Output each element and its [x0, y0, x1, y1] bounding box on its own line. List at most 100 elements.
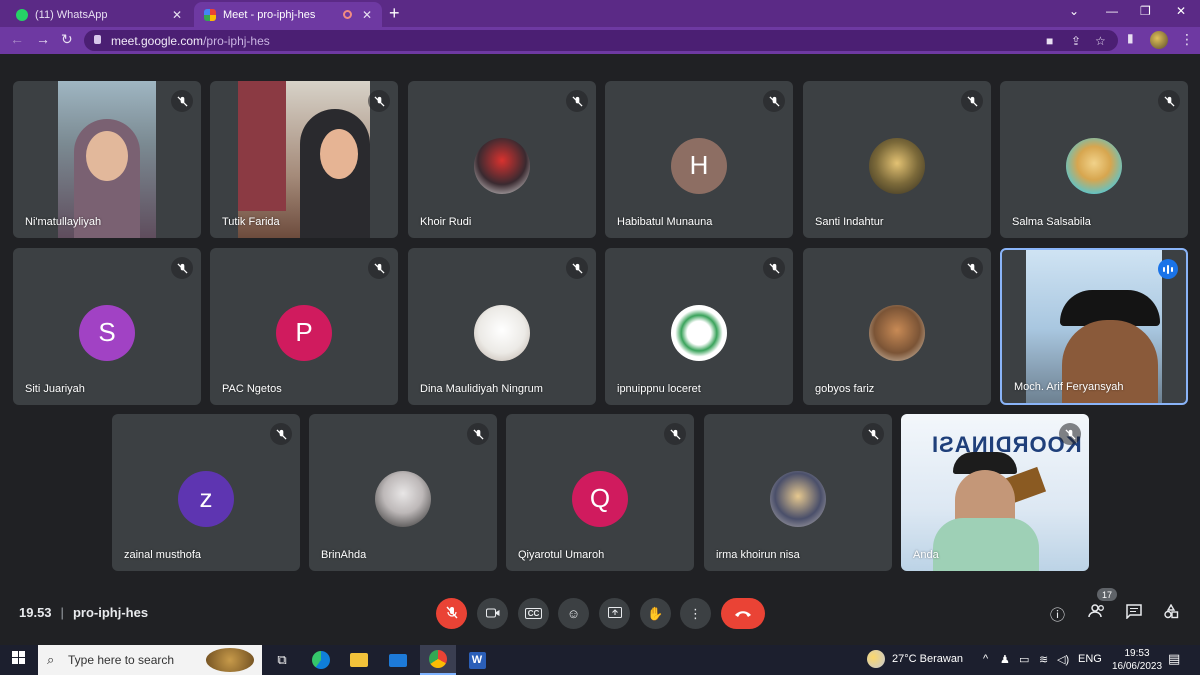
divider: |: [60, 605, 64, 620]
reload-button[interactable]: ↻: [61, 31, 73, 48]
search-highlight-turtle-icon: [206, 648, 254, 672]
close-icon[interactable]: ✕: [362, 8, 372, 22]
participant-tile[interactable]: S Siti Juariyah: [13, 248, 201, 405]
people-button[interactable]: [1088, 604, 1106, 622]
participant-avatar: [1066, 137, 1122, 194]
people-tray-icon[interactable]: ♟: [1000, 653, 1010, 666]
back-button[interactable]: ←: [10, 31, 24, 47]
participant-name: ipnuippnu loceret: [617, 383, 701, 395]
taskbar-word[interactable]: W: [462, 645, 492, 675]
task-view-button[interactable]: ⧉: [268, 645, 296, 675]
raise-hand-button[interactable]: ✋: [640, 598, 671, 629]
participant-tile[interactable]: Q Qiyarotul Umaroh: [506, 414, 694, 571]
bookmark-star-icon[interactable]: ☆: [1095, 34, 1106, 48]
participant-tile[interactable]: gobyos fariz: [803, 248, 991, 405]
taskbar-chrome[interactable]: [420, 645, 456, 675]
participant-tile[interactable]: H Habibatul Munauna: [605, 81, 793, 238]
weather-text[interactable]: 27°C Berawan: [892, 653, 963, 665]
language-indicator[interactable]: ENG: [1078, 653, 1102, 665]
tab-whatsapp[interactable]: (11) WhatsApp ✕: [6, 2, 192, 27]
participant-tile-active-speaker[interactable]: Moch. Arif Feryansyah: [1000, 248, 1188, 405]
chat-button[interactable]: [1126, 604, 1142, 623]
google-meet-icon: [204, 8, 216, 21]
profile-avatar[interactable]: [1150, 31, 1168, 49]
taskbar-mail[interactable]: [383, 645, 413, 675]
meeting-details-button[interactable]: ⓘ: [1050, 604, 1065, 625]
participant-video: [58, 81, 156, 238]
participant-initial: P: [276, 304, 332, 361]
volume-icon[interactable]: ◁): [1057, 653, 1069, 666]
tab-title: (11) WhatsApp: [35, 8, 108, 21]
leave-call-button[interactable]: [721, 598, 765, 629]
activities-button[interactable]: [1163, 603, 1179, 623]
participant-tile[interactable]: z zainal musthofa: [112, 414, 300, 571]
taskbar-file-explorer[interactable]: [344, 645, 374, 675]
participant-tile-self[interactable]: KOORDINASI Anda: [901, 414, 1089, 571]
taskbar-search-box[interactable]: ⌕ Type here to search: [38, 645, 262, 675]
tray-overflow-icon[interactable]: ^: [983, 653, 988, 665]
camera-icon: [485, 606, 500, 621]
lock-icon: [94, 35, 101, 44]
minimize-button[interactable]: —: [1106, 4, 1118, 18]
start-button[interactable]: [0, 645, 36, 675]
participant-tile[interactable]: irma khoirun nisa: [704, 414, 892, 571]
tab-meet[interactable]: Meet - pro-iphj-hes ✕: [194, 2, 382, 27]
participant-tile[interactable]: Santi Indahtur: [803, 81, 991, 238]
close-icon[interactable]: ✕: [172, 8, 182, 22]
hang-up-icon: [734, 606, 752, 621]
emoji-reaction-button[interactable]: ☺: [558, 598, 589, 629]
participant-name: Tutik Farida: [222, 216, 280, 228]
participant-tile[interactable]: Ni'matullayliyah: [13, 81, 201, 238]
mic-off-icon: [763, 90, 785, 112]
participant-name: PAC Ngetos: [222, 383, 282, 395]
participant-tile[interactable]: BrinAhda: [309, 414, 497, 571]
captions-button[interactable]: CC: [518, 598, 549, 629]
participant-avatar: [474, 304, 530, 361]
browser-tab-strip: (11) WhatsApp ✕ Meet - pro-iphj-hes ✕ + …: [0, 0, 1200, 27]
browser-menu-icon[interactable]: ⋮: [1180, 31, 1194, 48]
notification-center-icon[interactable]: ▤: [1168, 651, 1180, 667]
activities-icon: [1163, 603, 1179, 623]
present-icon: [607, 606, 622, 621]
mail-icon: [389, 653, 407, 667]
share-icon[interactable]: ⇪: [1071, 34, 1081, 48]
camera-permission-icon[interactable]: ■: [1046, 34, 1053, 48]
participant-avatar: [375, 470, 431, 527]
mic-off-icon: [566, 90, 588, 112]
more-vert-icon: ⋮: [689, 605, 702, 621]
participant-tile[interactable]: Khoir Rudi: [408, 81, 596, 238]
mic-off-icon: [171, 257, 193, 279]
participant-tile[interactable]: P PAC Ngetos: [210, 248, 398, 405]
participant-tile[interactable]: Tutik Farida: [210, 81, 398, 238]
meeting-time: 19.53: [19, 605, 52, 620]
mic-off-icon: [763, 257, 785, 279]
wifi-icon[interactable]: ≋: [1039, 653, 1048, 666]
participant-tile[interactable]: Dina Maulidiyah Ningrum: [408, 248, 596, 405]
participant-name: Dina Maulidiyah Ningrum: [420, 383, 543, 395]
close-window-button[interactable]: ✕: [1176, 4, 1186, 18]
tab-search-icon[interactable]: ⌄: [1069, 4, 1079, 18]
participant-tile[interactable]: Salma Salsabila: [1000, 81, 1188, 238]
side-panel-icon[interactable]: ▮: [1127, 31, 1134, 45]
meeting-info: 19.53 | pro-iphj-hes: [19, 605, 148, 620]
search-icon: ⌕: [47, 652, 55, 667]
participant-tile[interactable]: ipnuippnu loceret: [605, 248, 793, 405]
microphone-toggle-button[interactable]: [436, 598, 467, 629]
taskbar-clock[interactable]: 19:53 16/06/2023: [1111, 647, 1163, 673]
present-now-button[interactable]: [599, 598, 630, 629]
more-options-button[interactable]: ⋮: [680, 598, 711, 629]
camera-toggle-button[interactable]: [477, 598, 508, 629]
forward-button[interactable]: →: [36, 31, 50, 47]
new-tab-button[interactable]: +: [389, 3, 400, 24]
people-icon: [1088, 604, 1106, 622]
recording-indicator-icon: [342, 10, 352, 19]
participant-initial: Q: [572, 470, 628, 527]
address-bar[interactable]: meet.google.com/pro-iphj-hes ■ ⇪ ☆: [84, 30, 1118, 51]
maximize-button[interactable]: ❐: [1140, 4, 1151, 18]
battery-icon[interactable]: ▭: [1019, 653, 1029, 666]
raise-hand-icon: ✋: [647, 605, 664, 621]
participant-count-badge: 17: [1097, 588, 1117, 601]
participant-name: zainal musthofa: [124, 549, 202, 561]
taskbar-edge[interactable]: [306, 645, 336, 675]
participant-name: irma khoirun nisa: [716, 549, 800, 561]
